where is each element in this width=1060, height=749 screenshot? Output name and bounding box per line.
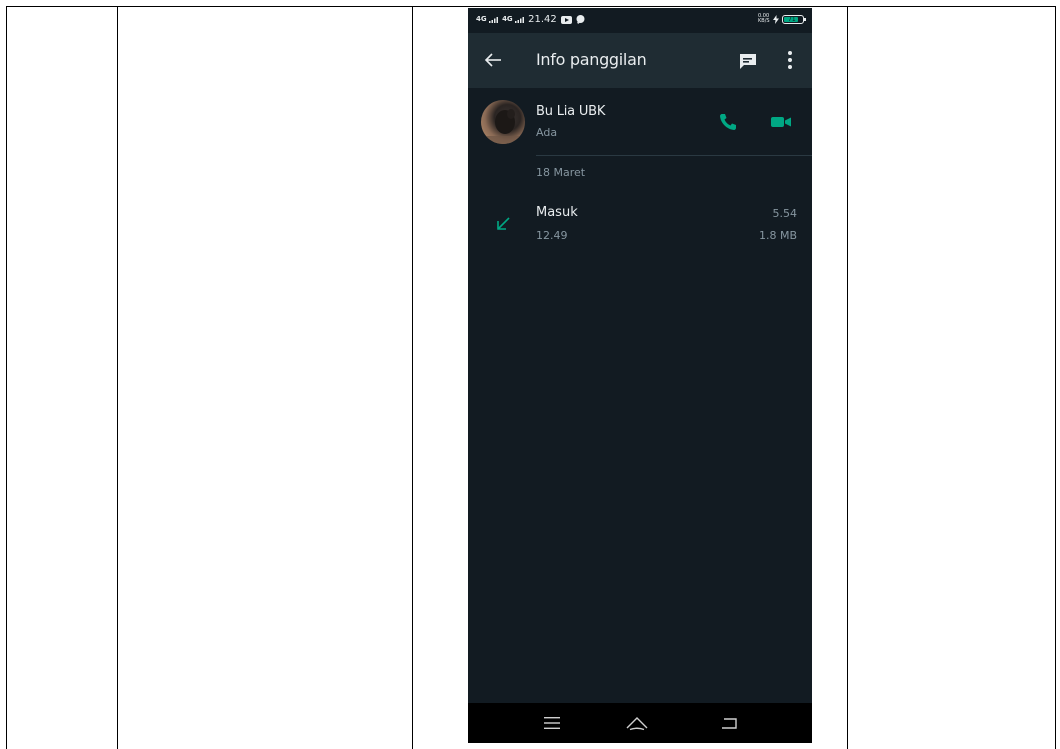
battery-icon: 71 [782, 14, 806, 24]
youtube-notification-icon [560, 15, 572, 24]
arrow-left-icon[interactable] [482, 49, 504, 71]
signal-indicator-2: 4G [502, 15, 525, 23]
more-vertical-icon[interactable] [783, 49, 797, 71]
signal-bars-icon [515, 17, 525, 23]
home-icon[interactable] [625, 715, 649, 731]
table-border-3 [412, 6, 413, 749]
call-date: 18 Maret [536, 166, 586, 179]
contact-name: Bu Lia UBK [536, 104, 606, 119]
contact-status: Ada [536, 126, 558, 139]
call-type: Masuk [536, 205, 578, 220]
table-border-2 [117, 6, 118, 749]
avatar[interactable] [481, 100, 525, 144]
table-border-5 [1055, 6, 1056, 749]
menu-icon[interactable] [544, 716, 560, 730]
message-icon[interactable] [738, 51, 758, 71]
call-time: 12.49 [536, 229, 568, 242]
video-camera-icon[interactable] [770, 114, 792, 130]
page-title: Info panggilan [536, 50, 647, 69]
incoming-arrow-icon [497, 217, 510, 230]
signal-indicator-1: 4G [476, 15, 499, 23]
status-right: 0.00 KB/S 71 [758, 13, 806, 24]
call-data-size: 1.8 MB [758, 229, 797, 242]
divider [536, 155, 812, 156]
phone-icon[interactable] [718, 112, 738, 132]
signal-label-2: 4G [502, 15, 513, 23]
table-border-4 [847, 6, 848, 749]
network-speed: 0.00 KB/S [758, 13, 770, 24]
chat-notification-icon [576, 15, 585, 24]
battery-level: 71 [788, 15, 796, 23]
phone-screenshot: 4G 4G 21.42 0.00 KB/S 71 Info panggilan … [468, 8, 812, 743]
table-border-1 [6, 6, 7, 749]
system-nav-bar [468, 703, 812, 743]
status-time: 21.42 [528, 14, 557, 25]
signal-bars-icon [489, 17, 499, 23]
table-top-border [6, 6, 1056, 7]
charging-icon [773, 14, 779, 24]
signal-label-1: 4G [476, 15, 487, 23]
status-left: 4G 4G 21.42 [476, 14, 585, 25]
status-bar: 4G 4G 21.42 0.00 KB/S 71 [468, 8, 812, 33]
back-icon[interactable] [721, 715, 739, 731]
avatar-image [481, 109, 525, 144]
call-duration: 5.54 [772, 207, 798, 220]
call-log-entry: Masuk 12.49 5.54 1.8 MB [468, 200, 812, 252]
contact-row[interactable]: Bu Lia UBK Ada [468, 88, 812, 156]
app-toolbar: Info panggilan [468, 33, 812, 88]
